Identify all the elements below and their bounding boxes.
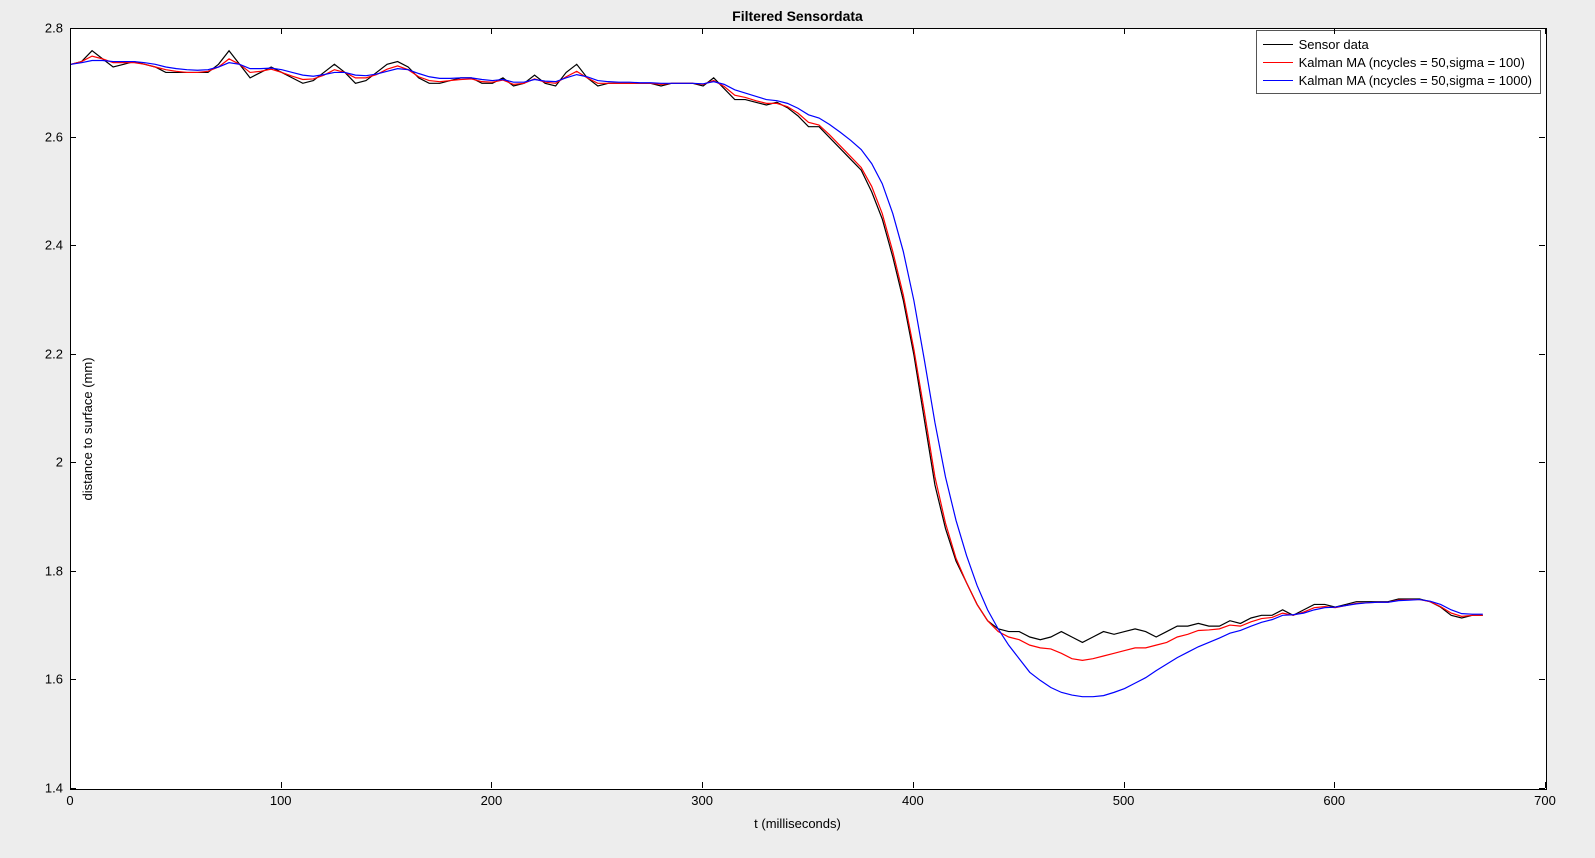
x-tick-label: 300 xyxy=(691,793,713,808)
legend-entry-kalman100: Kalman MA (ncycles = 50,sigma = 100) xyxy=(1263,53,1532,71)
data-series xyxy=(71,60,1483,696)
y-tick-label: 1.6 xyxy=(3,672,63,687)
y-tick-label: 2.6 xyxy=(3,129,63,144)
x-tick-label: 600 xyxy=(1323,793,1345,808)
data-series xyxy=(71,56,1483,660)
legend-entry-kalman1000: Kalman MA (ncycles = 50,sigma = 1000) xyxy=(1263,71,1532,89)
legend-box[interactable]: Sensor data Kalman MA (ncycles = 50,sigm… xyxy=(1256,30,1541,94)
data-series xyxy=(71,51,1483,643)
x-axis-label: t (milliseconds) xyxy=(0,816,1595,831)
y-tick-label: 1.4 xyxy=(3,781,63,796)
x-tick-label: 0 xyxy=(66,793,73,808)
legend-label: Kalman MA (ncycles = 50,sigma = 100) xyxy=(1299,55,1525,70)
legend-line-icon xyxy=(1263,44,1293,45)
x-tick-label: 400 xyxy=(902,793,924,808)
figure-window: Filtered Sensordata distance to surface … xyxy=(0,0,1595,858)
chart-title: Filtered Sensordata xyxy=(0,8,1595,24)
y-tick-label: 2 xyxy=(3,455,63,470)
legend-line-icon xyxy=(1263,80,1293,81)
legend-label: Sensor data xyxy=(1299,37,1369,52)
y-tick-label: 2.4 xyxy=(3,238,63,253)
x-tick-label: 700 xyxy=(1534,793,1556,808)
x-tick-label: 200 xyxy=(481,793,503,808)
legend-entry-sensor: Sensor data xyxy=(1263,35,1532,53)
plot-canvas xyxy=(71,29,1546,789)
x-tick-label: 500 xyxy=(1113,793,1135,808)
legend-line-icon xyxy=(1263,62,1293,63)
x-tick-label: 100 xyxy=(270,793,292,808)
y-tick-label: 2.2 xyxy=(3,346,63,361)
legend-label: Kalman MA (ncycles = 50,sigma = 1000) xyxy=(1299,73,1532,88)
plot-axes[interactable] xyxy=(70,28,1547,790)
y-tick-label: 1.8 xyxy=(3,563,63,578)
y-tick-label: 2.8 xyxy=(3,21,63,36)
y-axis-label: distance to surface (mm) xyxy=(80,357,95,500)
